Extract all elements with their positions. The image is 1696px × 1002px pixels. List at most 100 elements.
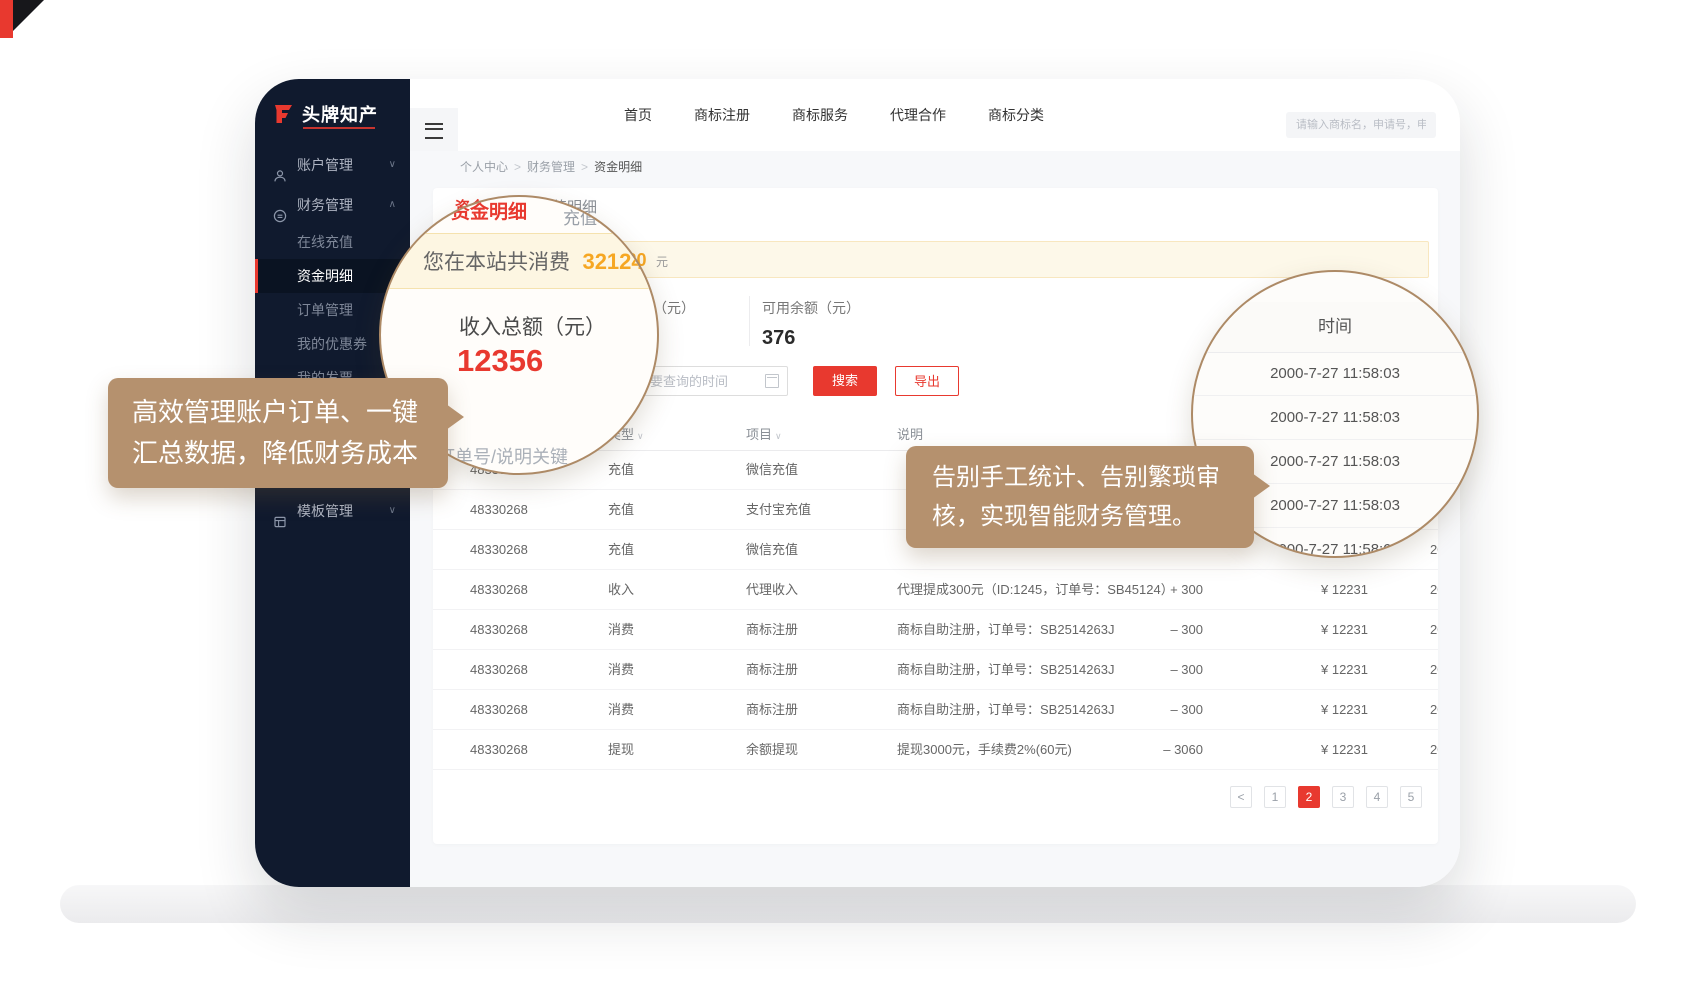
- sidebar-item-label: 账户管理: [297, 157, 353, 173]
- table-row: 48330268提现余额提现提现3000元，手续费2%(60元)– 3060¥ …: [433, 730, 1438, 770]
- logo[interactable]: 头牌知产: [271, 101, 378, 127]
- table-cell: 2000-7-27 11:58:03: [1430, 570, 1438, 609]
- finance-icon: [273, 198, 287, 212]
- logo-subtext: [303, 127, 375, 129]
- table-cell: 提现: [608, 730, 708, 769]
- table-cell: 48330268: [470, 530, 590, 569]
- sidebar-item-模板管理[interactable]: 模板管理 ∨: [255, 491, 410, 531]
- table-cell: 支付宝充值: [746, 490, 876, 529]
- hamburger-icon: [425, 123, 443, 139]
- sidebar-item-label: 我的优惠券: [297, 336, 367, 352]
- nav-item-首页[interactable]: 首页: [624, 105, 652, 125]
- table-cell: 消费: [608, 690, 708, 729]
- table-cell: 收入: [608, 570, 708, 609]
- breadcrumb-bar: 个人中心>财务管理>资金明细: [410, 151, 1460, 179]
- table-cell: 微信充值: [746, 530, 876, 569]
- callout-right-text: 告别手工统计、告别繁琐审核，实现智能财务管理。: [932, 464, 1220, 530]
- pagination-prev-button[interactable]: <: [1230, 786, 1252, 808]
- top-navigation: 首页 商标注册 商标服务 代理合作 商标分类: [624, 79, 1044, 151]
- table-row: 48330268消费商标注册商标自助注册，订单号：SB2514263J– 300…: [433, 610, 1438, 650]
- logo-text: 头牌知产: [302, 101, 378, 127]
- breadcrumb: 个人中心>财务管理>资金明细: [460, 158, 642, 175]
- table-cell: 消费: [608, 650, 708, 689]
- magnified-time-row: 2000-7-27 11:58:03: [1193, 352, 1477, 396]
- magnified-banner-amount: 32124: [582, 249, 643, 274]
- corner-decoration: [10, 0, 44, 34]
- pagination-page-3[interactable]: 3: [1332, 786, 1354, 808]
- brand-icon: [271, 102, 295, 126]
- sidebar-item-label: 在线充值: [297, 234, 353, 250]
- table-row: 48330268消费商标注册商标自助注册，订单号：SB2514263J– 300…: [433, 650, 1438, 690]
- magnified-income-label: 收入总额（元）: [459, 311, 606, 341]
- sidebar-item-账户管理[interactable]: 账户管理∨: [255, 145, 410, 185]
- breadcrumb-separator: >: [514, 160, 521, 174]
- table-header-项目[interactable]: 项目∨: [746, 420, 876, 451]
- export-button[interactable]: 导出: [895, 366, 959, 396]
- pagination: <12345: [1230, 786, 1422, 808]
- breadcrumb-item-个人中心[interactable]: 个人中心: [460, 160, 508, 174]
- table-cell: – 300: [1123, 650, 1203, 689]
- magnified-table-header-snippet: 订单号/说明关键: [437, 443, 568, 469]
- pagination-page-1[interactable]: 1: [1264, 786, 1286, 808]
- nav-item-商标服务[interactable]: 商标服务: [792, 105, 848, 125]
- table-cell: 48330268: [470, 690, 590, 729]
- stats-divider: [749, 296, 750, 346]
- sidebar-item-财务管理[interactable]: 财务管理∧: [255, 185, 410, 225]
- template-icon: [273, 504, 287, 518]
- sidebar-item-label: 模板管理: [297, 503, 353, 519]
- table-cell: 充值: [608, 530, 708, 569]
- table-cell: 2000-7-27 11:58:03: [1430, 690, 1438, 729]
- sort-chevron-icon: ∨: [775, 431, 782, 441]
- table-cell: + 300: [1123, 570, 1203, 609]
- chevron-down-icon: ∨: [389, 491, 396, 531]
- sidebar-item-label: 订单管理: [297, 302, 353, 318]
- chevron-up-icon: ∧: [389, 185, 396, 225]
- magnified-banner-prefix: 您在本站共消费: [423, 251, 570, 274]
- nav-item-商标注册[interactable]: 商标注册: [694, 105, 750, 125]
- stat-balance: 可用余额（元） 376: [762, 298, 860, 350]
- table-cell: ¥ 12231: [1288, 570, 1368, 609]
- breadcrumb-item-资金明细[interactable]: 资金明细: [594, 160, 642, 174]
- magnified-banner: 您在本站共消费 32124: [379, 233, 659, 289]
- table-cell: 代理收入: [746, 570, 876, 609]
- table-cell: 48330268: [470, 650, 590, 689]
- stat-balance-value: 376: [762, 327, 860, 350]
- table-cell: 48330268: [470, 610, 590, 649]
- pagination-page-5[interactable]: 5: [1400, 786, 1422, 808]
- nav-item-商标分类[interactable]: 商标分类: [988, 105, 1044, 125]
- table-cell: 2000-7-27 11:58:03: [1430, 610, 1438, 649]
- nav-item-代理合作[interactable]: 代理合作: [890, 105, 946, 125]
- magnified-active-tab: 资金明细: [451, 197, 527, 224]
- table-cell: – 300: [1123, 610, 1203, 649]
- callout-right: 告别手工统计、告别繁琐审核，实现智能财务管理。: [906, 446, 1254, 548]
- search-button[interactable]: 搜索: [813, 366, 877, 396]
- breadcrumb-item-财务管理[interactable]: 财务管理: [527, 160, 575, 174]
- sidebar-item-label: 资金明细: [297, 268, 353, 284]
- user-icon: [273, 158, 287, 172]
- table-cell: ¥ 12231: [1288, 690, 1368, 729]
- table-cell: 商标注册: [746, 690, 876, 729]
- table-cell: 充值: [608, 450, 708, 489]
- corner-red-flag: [0, 0, 13, 38]
- table-cell: 48330268: [470, 490, 590, 529]
- table-cell: 充值: [608, 490, 708, 529]
- magnified-time-row: 2000-7-27 11:58:03: [1193, 396, 1477, 440]
- callout-right-arrow: [1252, 473, 1270, 499]
- magnified-time-header: 时间: [1193, 302, 1477, 353]
- table-cell: 48330268: [470, 730, 590, 769]
- calendar-icon[interactable]: [765, 374, 779, 388]
- callout-left-arrow: [446, 404, 464, 430]
- table-cell: 2000-7-27 11:58:03: [1430, 650, 1438, 689]
- menu-toggle-button[interactable]: [410, 108, 458, 151]
- sort-chevron-icon: ∨: [637, 431, 644, 441]
- pagination-page-2[interactable]: 2: [1298, 786, 1320, 808]
- table-row: 48330268消费商标注册商标自助注册，订单号：SB2514263J– 300…: [433, 690, 1438, 730]
- pagination-page-4[interactable]: 4: [1366, 786, 1388, 808]
- table-cell: 消费: [608, 610, 708, 649]
- search-input[interactable]: [1286, 112, 1436, 138]
- table-cell: 余额提现: [746, 730, 876, 769]
- magnified-income-value: 12356: [457, 343, 543, 379]
- table-cell: 48330268: [470, 570, 590, 609]
- top-bar: 首页 商标注册 商标服务 代理合作 商标分类: [410, 79, 1460, 152]
- table-cell: ¥ 12231: [1288, 730, 1368, 769]
